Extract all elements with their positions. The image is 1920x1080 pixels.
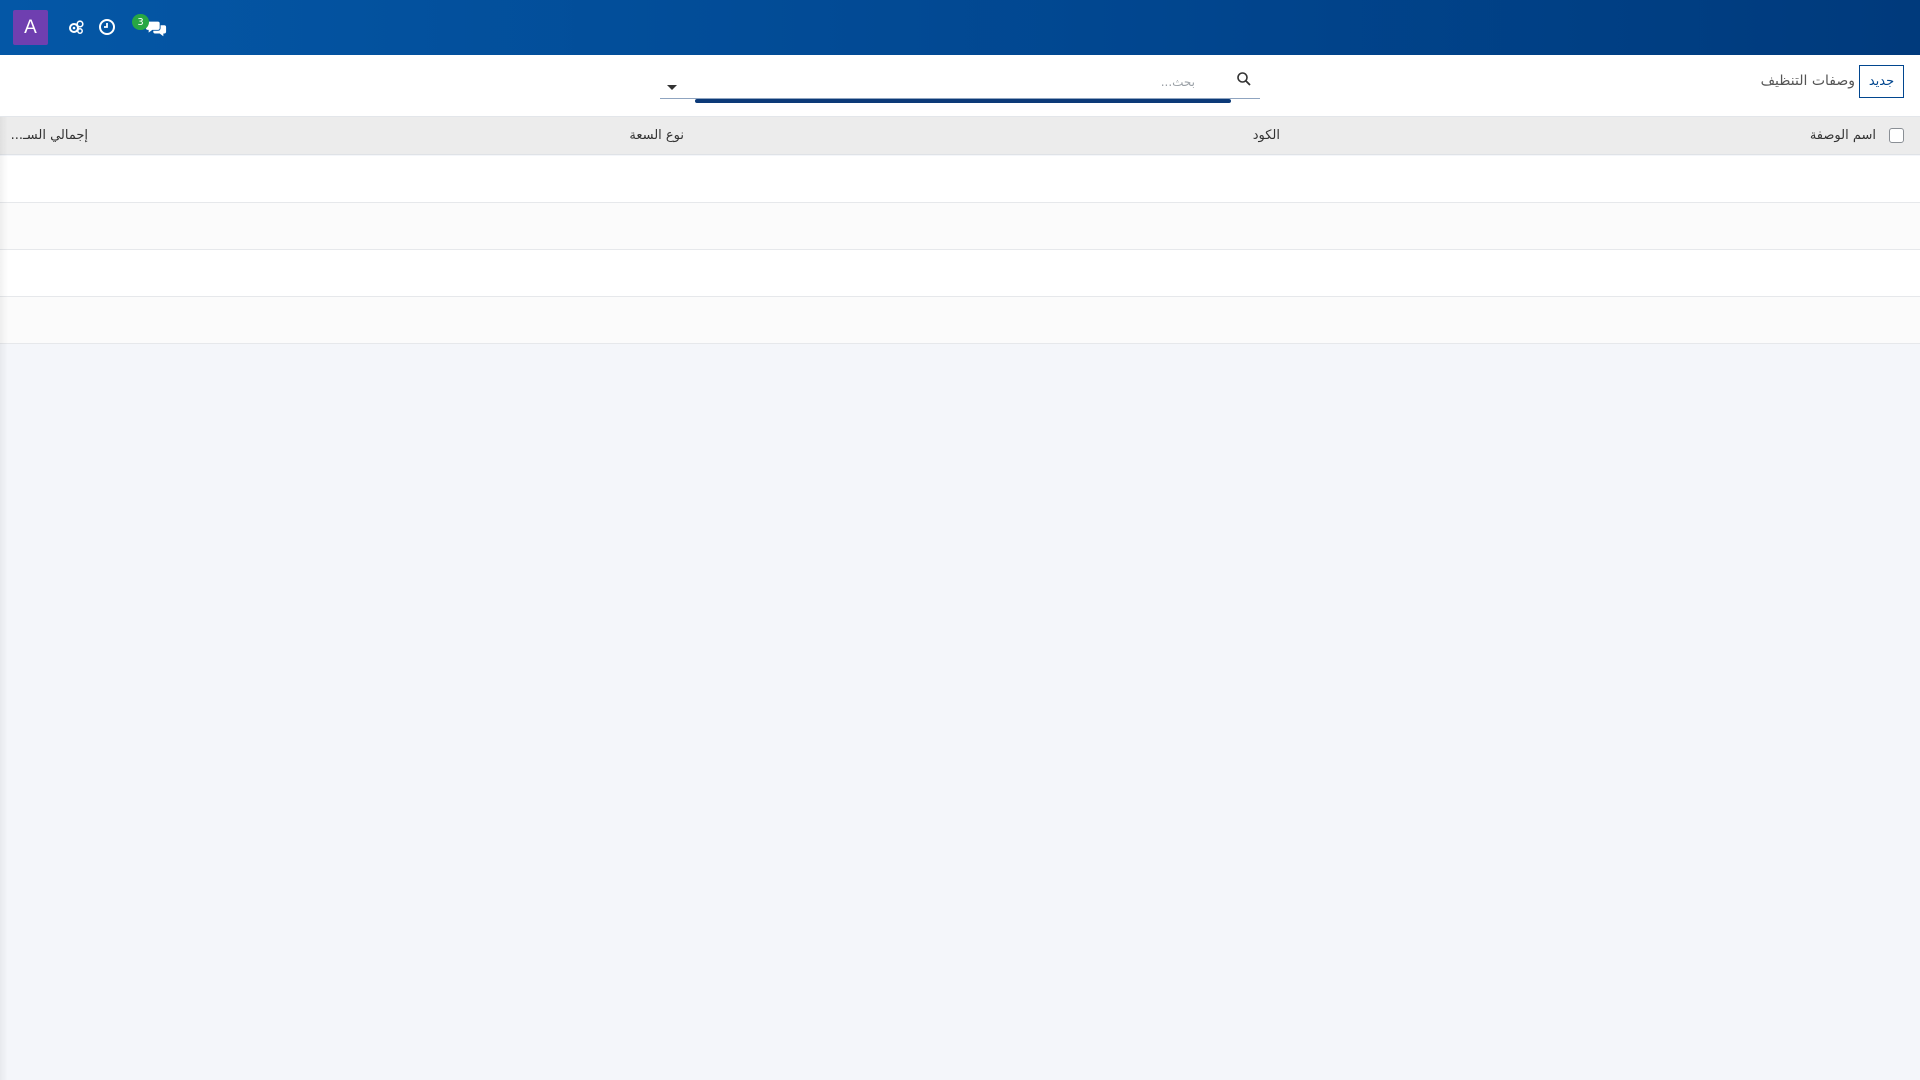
- search-bar: [660, 65, 1260, 103]
- clock-icon[interactable]: [96, 16, 118, 38]
- search-focus-underline: [695, 99, 1231, 103]
- table-row[interactable]: [0, 250, 1920, 297]
- search-icon[interactable]: [1236, 71, 1254, 89]
- table-row[interactable]: [0, 297, 1920, 344]
- page-title: وصفات التنظيف: [1760, 73, 1855, 89]
- column-header-total[interactable]: إجمالي السـ...: [11, 128, 88, 143]
- left-edge-shadow: [0, 117, 8, 1080]
- messages-count-badge: 3: [132, 14, 149, 30]
- user-avatar[interactable]: A: [13, 10, 48, 45]
- table-row[interactable]: [0, 156, 1920, 203]
- search-options-caret-icon[interactable]: [666, 77, 678, 90]
- new-button[interactable]: جديد: [1859, 65, 1904, 98]
- select-all-checkbox[interactable]: [1889, 128, 1904, 143]
- settings-icon[interactable]: [65, 16, 87, 38]
- column-header-code[interactable]: الكود: [1253, 128, 1280, 143]
- top-navbar: A 3: [0, 0, 1920, 55]
- column-header-capacity-type[interactable]: نوع السعة: [629, 128, 684, 143]
- search-input[interactable]: [695, 71, 1195, 93]
- table-header: اسم الوصفة الكود نوع السعة إجمالي السـ..…: [0, 117, 1920, 155]
- table-row[interactable]: [0, 203, 1920, 250]
- column-header-recipe-name[interactable]: اسم الوصفة: [1810, 128, 1876, 143]
- control-panel: جديد وصفات التنظيف: [0, 55, 1920, 117]
